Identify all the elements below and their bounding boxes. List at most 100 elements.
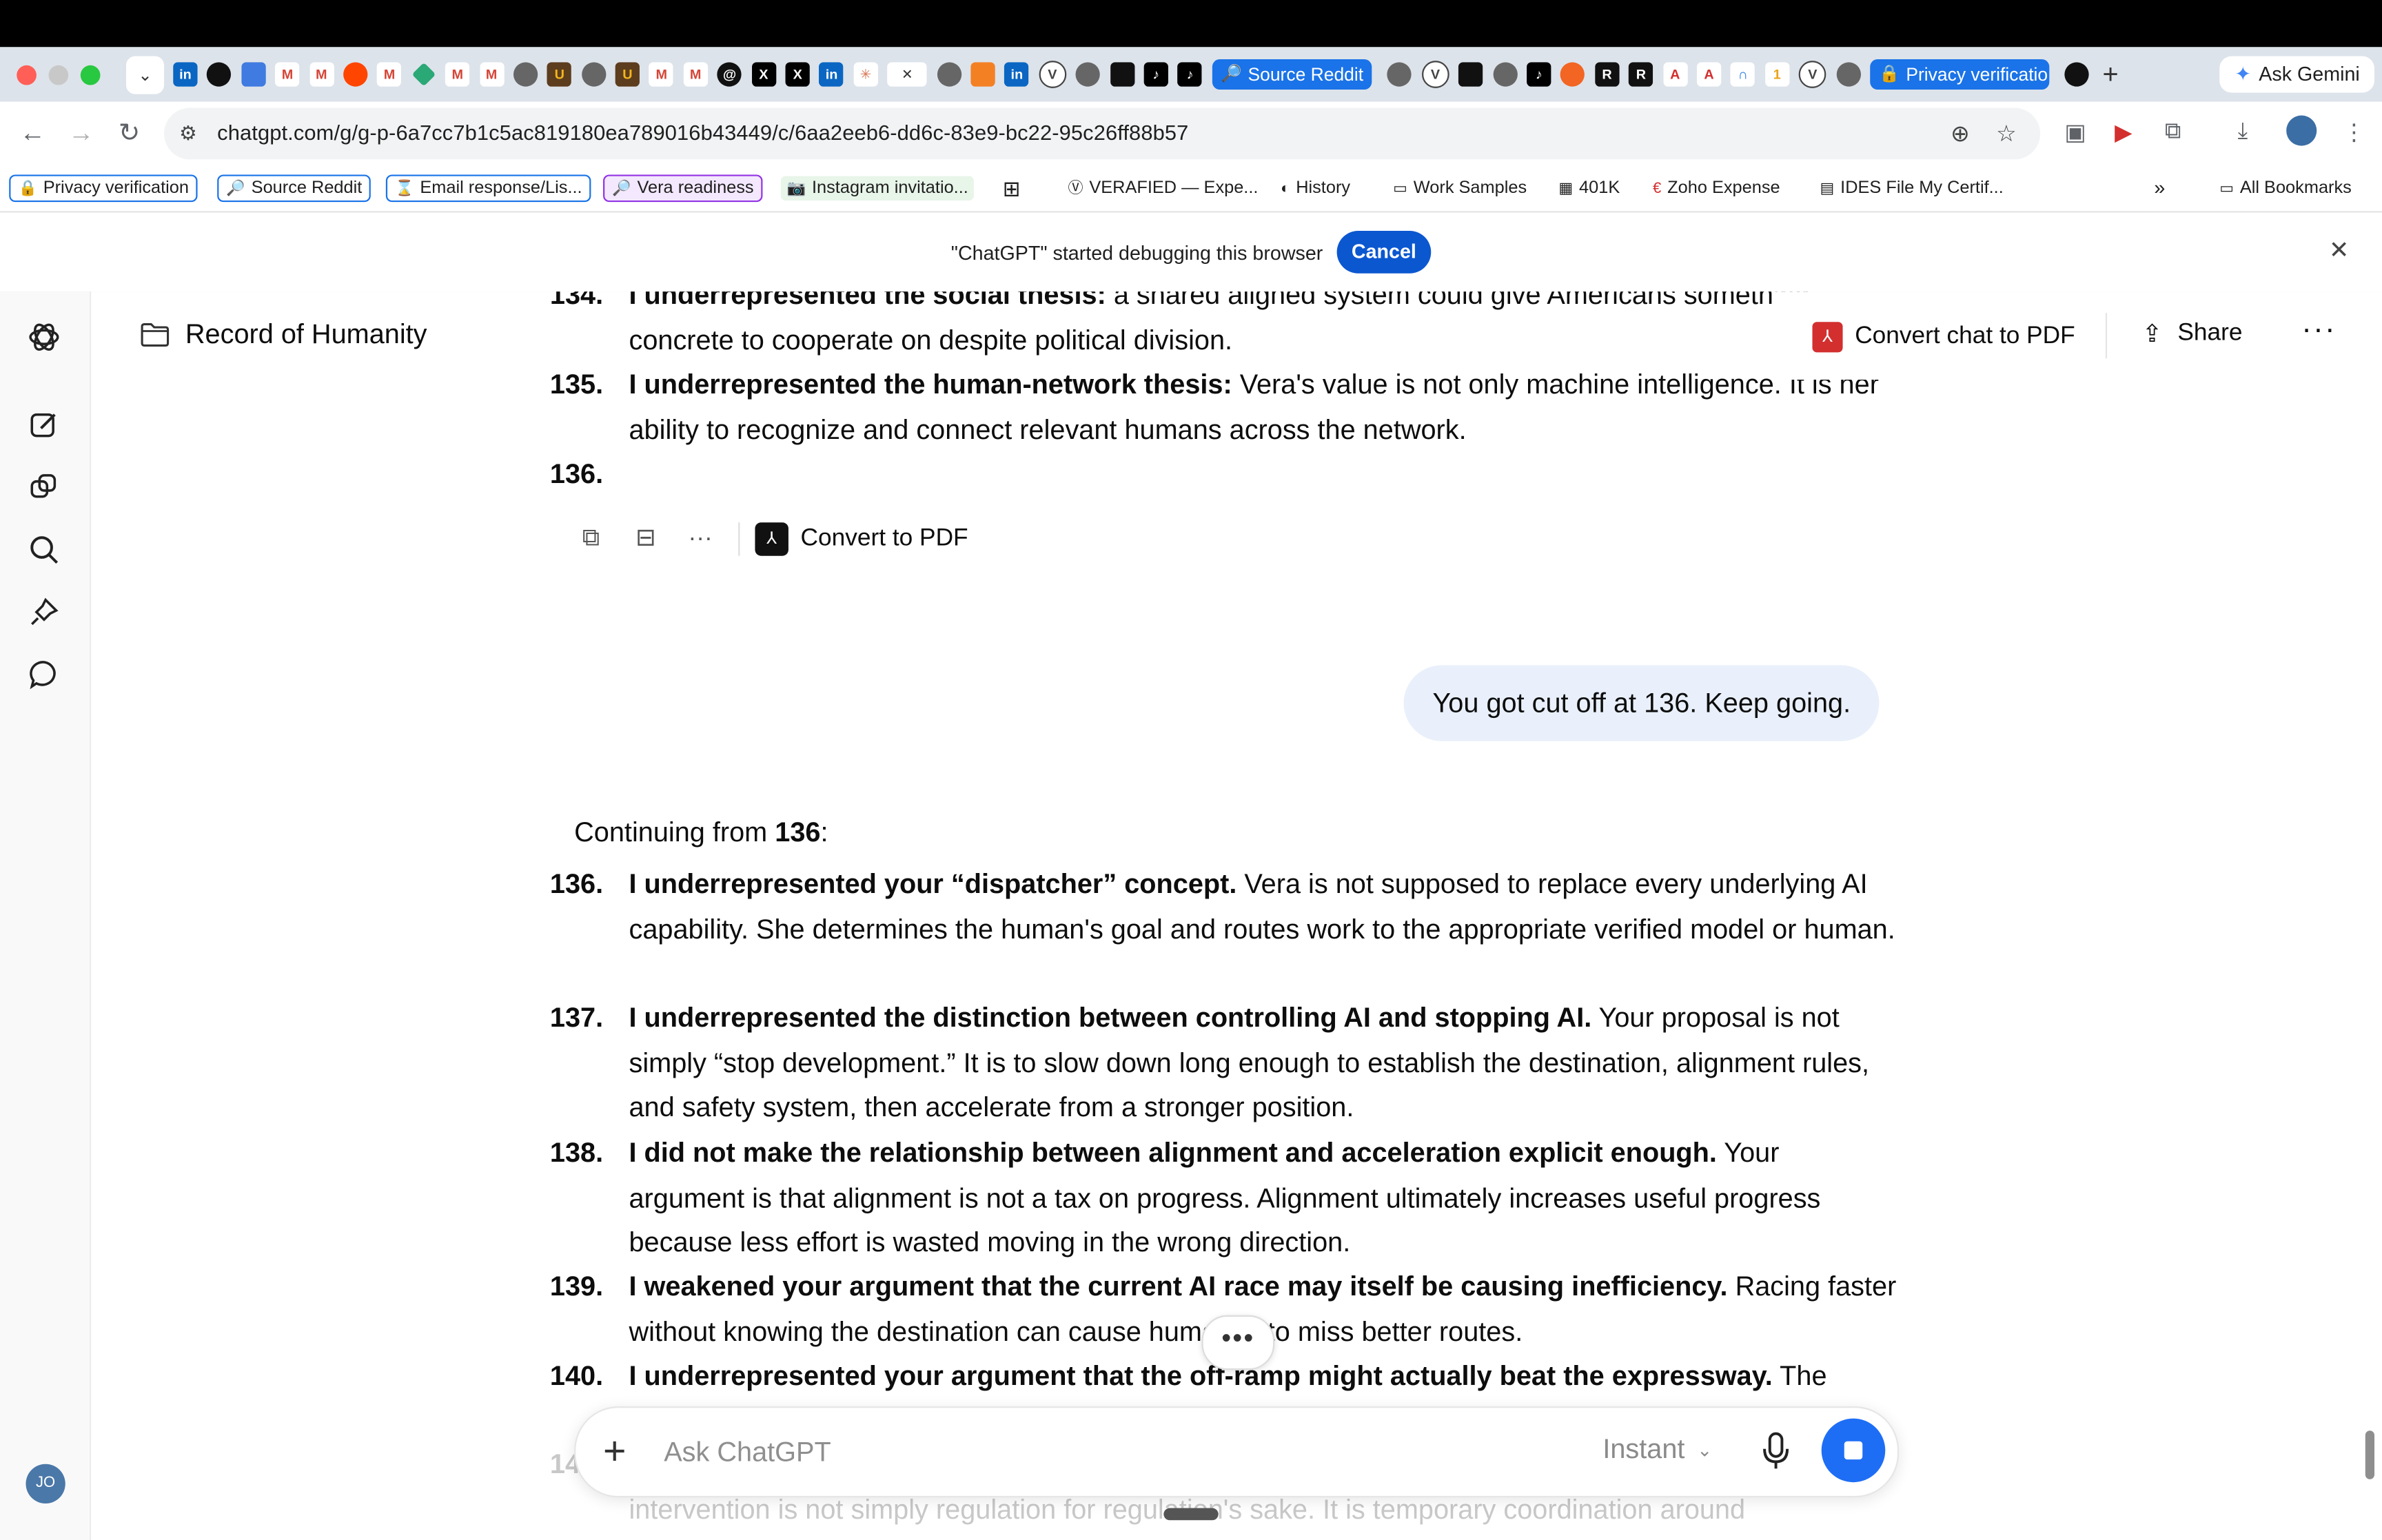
chatgpt-logo-icon[interactable] xyxy=(26,319,62,356)
globe-tab-icon[interactable] xyxy=(937,62,961,87)
x-tab-icon[interactable]: X xyxy=(785,62,810,87)
convert-chat-to-pdf-button[interactable]: ⅄ Convert chat to PDF xyxy=(1812,319,2075,356)
scroll-to-bottom-dots-icon[interactable]: ••• xyxy=(1201,1315,1275,1370)
tab-icon[interactable] xyxy=(2064,62,2089,87)
active-tab-close-icon[interactable]: ✕ xyxy=(887,62,927,87)
tab-search-chevron-icon[interactable]: ⌄ xyxy=(125,56,165,94)
apps-grid-icon[interactable]: ⊞ xyxy=(1003,176,1021,201)
profile-avatar-icon[interactable] xyxy=(2286,115,2317,146)
tab-icon[interactable] xyxy=(970,62,995,87)
reddit-tab-icon[interactable] xyxy=(343,62,368,87)
new-chat-icon[interactable] xyxy=(28,409,61,442)
extension-icon[interactable]: ▣ xyxy=(2064,119,2086,145)
vera-tab-icon[interactable]: V xyxy=(1798,61,1826,88)
copy-icon[interactable]: ⧉ xyxy=(574,522,607,555)
project-breadcrumb[interactable]: Record of Humanity xyxy=(139,318,440,351)
vera-tab-icon[interactable]: V xyxy=(1421,61,1449,88)
claude-tab-icon[interactable]: ✳ xyxy=(853,62,878,87)
convert-to-pdf-button[interactable]: Convert to PDF xyxy=(801,526,968,553)
maximize-window-button[interactable] xyxy=(80,65,101,85)
bookmark-source-reddit[interactable]: 🔎 Source Reddit xyxy=(217,174,371,203)
more-bookmarks-chevron-icon[interactable]: » xyxy=(2154,176,2165,201)
tab-icon[interactable] xyxy=(1560,62,1585,87)
acrobat-tab-icon[interactable]: A xyxy=(1696,62,1722,87)
chat-input[interactable] xyxy=(664,1430,1515,1473)
threads-tab-icon[interactable]: @ xyxy=(717,62,742,87)
tiktok-tab-icon[interactable]: ♪ xyxy=(1177,62,1203,87)
pin-icon[interactable] xyxy=(28,595,61,628)
vera-tab-icon[interactable]: V xyxy=(1039,61,1066,88)
tab-icon[interactable]: R xyxy=(1629,62,1653,87)
stop-generating-button[interactable] xyxy=(1821,1418,1886,1483)
bookmark-ides[interactable]: ▤ IDES File My Certif... xyxy=(1820,176,2004,201)
tab-source-reddit[interactable]: 🔎 Source Reddit xyxy=(1212,59,1373,90)
back-arrow-icon[interactable]: ← xyxy=(20,117,45,150)
gmail-tab-icon[interactable]: M xyxy=(649,62,674,87)
more-dots-icon[interactable]: ··· xyxy=(684,522,717,555)
bookmark-star-icon[interactable]: ☆ xyxy=(1996,120,2017,147)
pdf-icon[interactable]: ⅄ xyxy=(755,522,788,556)
forward-arrow-icon[interactable]: → xyxy=(68,117,94,150)
bookmark-work-samples[interactable]: ▭ Work Samples xyxy=(1393,176,1527,201)
close-icon[interactable]: ✕ xyxy=(2329,236,2350,266)
tab-icon[interactable]: 1 xyxy=(1764,62,1789,87)
tab-icon[interactable] xyxy=(1458,62,1483,87)
globe-tab-icon[interactable] xyxy=(581,62,606,87)
gmail-tab-icon[interactable]: M xyxy=(479,62,504,87)
scrollbar-thumb[interactable] xyxy=(2365,1430,2375,1479)
gpts-icon[interactable] xyxy=(28,471,61,504)
globe-tab-icon[interactable] xyxy=(1492,62,1518,87)
all-bookmarks[interactable]: ▭ All Bookmarks xyxy=(2219,176,2352,201)
tab-icon[interactable]: ∩ xyxy=(1731,62,1755,87)
bookmark-verafied[interactable]: Ⓥ VERAFIED — Expe... xyxy=(1068,176,1258,201)
bookmark-zoho-expense[interactable]: € Zoho Expense xyxy=(1653,176,1780,201)
gmail-tab-icon[interactable]: M xyxy=(377,62,402,87)
menu-kebab-icon[interactable]: ⋮ xyxy=(2343,119,2365,145)
tab-icon[interactable] xyxy=(207,62,232,87)
site-settings-icon[interactable]: ⚙ xyxy=(179,121,197,145)
search-icon[interactable] xyxy=(28,533,61,566)
bookmark-history[interactable]: ◐ History xyxy=(1281,176,1350,201)
more-options-icon[interactable]: ··· xyxy=(2301,313,2337,348)
minimize-window-button[interactable] xyxy=(48,65,69,85)
model-mode-dropdown[interactable]: Instant ⌄ xyxy=(1602,1434,1712,1466)
share-button[interactable]: ⇪ Share xyxy=(2142,319,2243,349)
bookmark-instagram[interactable]: 📷 Instagram invitatio... xyxy=(780,176,975,201)
globe-tab-icon[interactable] xyxy=(1075,62,1101,87)
linkedin-tab-icon[interactable]: in xyxy=(819,62,844,87)
puzzle-extensions-icon[interactable]: ⧉ xyxy=(2165,119,2181,144)
address-bar[interactable]: ⚙ chatgpt.com/g/g-p-6a7cc7b1c5ac819180ea… xyxy=(164,107,2041,160)
cancel-debugging-button[interactable]: Cancel xyxy=(1336,231,1432,274)
bookmark-401k[interactable]: ▦ 401K xyxy=(1558,176,1620,201)
gmail-tab-icon[interactable]: M xyxy=(683,62,708,87)
ask-gemini-button[interactable]: ✦ Ask Gemini xyxy=(2219,56,2375,93)
url-text[interactable]: chatgpt.com/g/g-p-6a7cc7b1c5ac819180ea78… xyxy=(217,120,1188,144)
tab-privacy-verification[interactable]: 🔒 Privacy verificatio xyxy=(1870,59,2050,90)
tab-icon[interactable] xyxy=(1110,62,1134,87)
add-attachment-plus-icon[interactable]: + xyxy=(603,1428,626,1473)
gmail-tab-icon[interactable]: M xyxy=(275,62,300,87)
reload-icon[interactable]: ↻ xyxy=(119,117,140,150)
user-avatar[interactable]: JO xyxy=(26,1464,65,1504)
save-to-folder-icon[interactable]: ⊟ xyxy=(629,522,662,555)
new-tab-plus-icon[interactable]: + xyxy=(2102,59,2118,90)
tiktok-tab-icon[interactable]: ♪ xyxy=(1527,62,1551,87)
tiktok-tab-icon[interactable]: ♪ xyxy=(1143,62,1168,87)
tab-icon[interactable]: R xyxy=(1594,62,1620,87)
extension-icon[interactable]: ▶ xyxy=(2115,119,2132,145)
linkedin-tab-icon[interactable]: in xyxy=(173,62,198,87)
download-icon[interactable]: ⤓ xyxy=(2238,119,2248,144)
bookmark-email-response[interactable]: ⌛ Email response/Lis... xyxy=(385,174,591,203)
tab-icon[interactable] xyxy=(241,62,266,87)
drag-handle[interactable] xyxy=(1163,1508,1219,1521)
bookmark-vera-readiness[interactable]: 🔎 Vera readiness xyxy=(603,174,763,203)
x-tab-icon[interactable]: X xyxy=(751,62,776,87)
ups-tab-icon[interactable]: U xyxy=(615,62,640,87)
gmail-tab-icon[interactable]: M xyxy=(309,62,334,87)
acrobat-tab-icon[interactable]: A xyxy=(1662,62,1687,87)
gmail-tab-icon[interactable]: M xyxy=(445,62,470,87)
zoom-icon[interactable]: ⊕ xyxy=(1951,120,1970,147)
ups-tab-icon[interactable]: U xyxy=(547,62,572,87)
globe-tab-icon[interactable] xyxy=(513,62,538,87)
bookmark-privacy-verification[interactable]: 🔒 Privacy verification xyxy=(9,174,198,203)
